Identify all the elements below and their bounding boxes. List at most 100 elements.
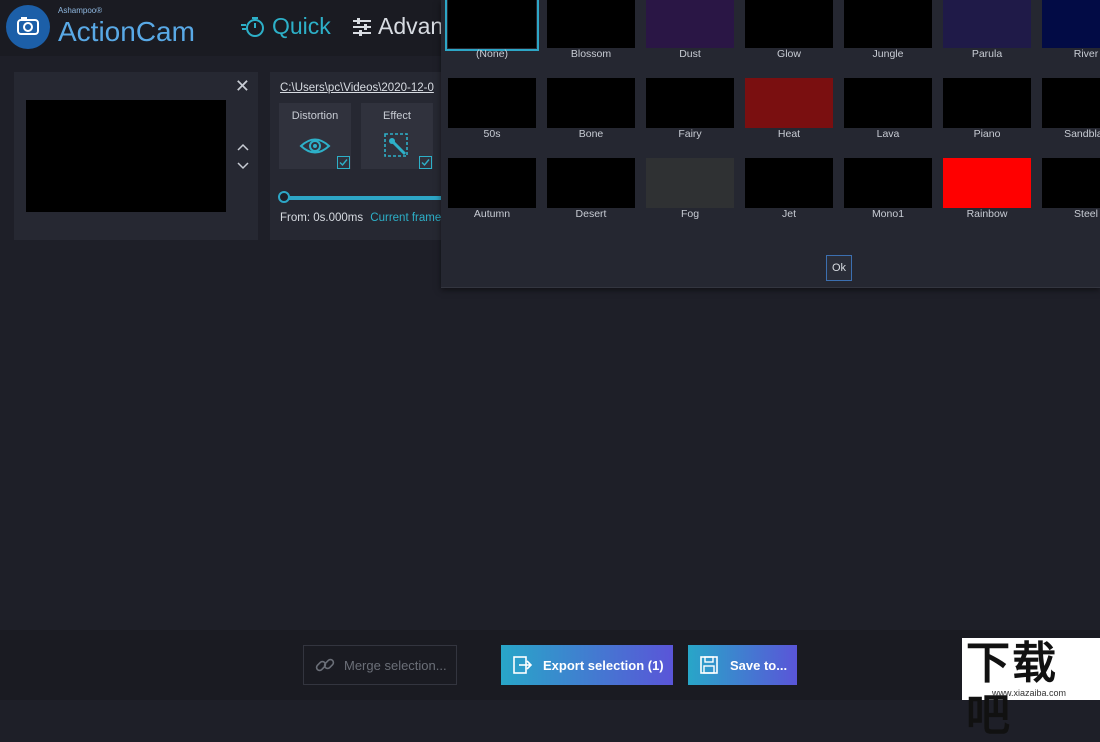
effect-preview — [844, 158, 932, 208]
effect-preview — [448, 158, 536, 208]
merge-selection-button[interactable]: Merge selection... — [303, 645, 457, 685]
effect-name: Piano — [973, 128, 1001, 140]
effect-name: Glow — [777, 48, 801, 60]
effect-swatch[interactable]: Bone — [547, 78, 635, 140]
effects-popup: (None) Blossom Dust Glow Jungle Parula River 50… — [441, 0, 1100, 288]
file-path-link[interactable]: C:\Users\pc\Videos\2020-12-0 — [280, 82, 434, 94]
chevron-down-icon[interactable] — [236, 161, 250, 171]
actioncam-logo-icon — [6, 5, 50, 49]
nav-advanced-label: Advan — [378, 13, 444, 39]
effect-preview — [646, 158, 734, 208]
close-icon[interactable]: ✕ — [235, 76, 250, 97]
clip-thumbnail — [26, 100, 226, 212]
effect-preview — [943, 158, 1031, 208]
effect-preview — [844, 0, 932, 48]
from-readout: From: 0s.000ms Current frame — [280, 212, 441, 224]
distortion-tool[interactable]: Distortion — [279, 103, 351, 169]
effect-name: Dust — [679, 48, 701, 60]
effect-name: Jungle — [872, 48, 904, 60]
effect-swatch[interactable]: 50s — [448, 78, 536, 140]
effect-preview — [646, 78, 734, 128]
effect-swatch[interactable]: River — [1042, 0, 1100, 60]
effect-preview — [448, 78, 536, 128]
effect-label: Effect — [383, 110, 411, 122]
effect-swatch[interactable]: Piano — [943, 78, 1031, 140]
effect-preview — [646, 0, 734, 48]
effect-swatch[interactable]: Steel — [1042, 158, 1100, 220]
effect-preview — [1042, 0, 1100, 48]
effect-name: Fairy — [678, 128, 702, 140]
effect-name: Steel — [1074, 208, 1098, 220]
from-value: 0s.000ms — [313, 212, 364, 224]
nav-quick-label: Quick — [272, 13, 331, 39]
effect-preview — [745, 0, 833, 48]
effect-name: Sandblas — [1064, 128, 1100, 140]
watermark: 下载吧 www.xiazaiba.com — [962, 638, 1100, 741]
save-to-label: Save to... — [730, 657, 788, 673]
link-icon — [315, 658, 335, 672]
edit-panel: C:\Users\pc\Videos\2020-12-0 Distortion … — [270, 72, 450, 240]
effect-name: Parula — [971, 48, 1003, 60]
effect-swatch[interactable]: Jet — [745, 158, 833, 220]
magic-wand-icon — [384, 133, 408, 157]
save-to-button[interactable]: Save to... — [688, 645, 797, 685]
effect-name: Mono1 — [871, 208, 905, 220]
nav-advanced-tab[interactable]: Advan — [352, 13, 443, 40]
app-title: ActionCam — [58, 16, 195, 47]
chevron-up-icon[interactable] — [236, 142, 250, 152]
effect-swatch[interactable]: Sandblas — [1042, 78, 1100, 140]
effect-swatch[interactable]: Autumn — [448, 158, 536, 220]
effect-swatch[interactable]: Desert — [547, 158, 635, 220]
effect-name: Rainbow — [966, 208, 1008, 220]
effect-name: Fog — [680, 208, 700, 220]
effect-swatch[interactable]: Mono1 — [844, 158, 932, 220]
effect-name: Autumn — [473, 208, 511, 220]
effect-preview — [844, 78, 932, 128]
export-selection-button[interactable]: Export selection (1) — [501, 645, 673, 685]
effect-swatch[interactable]: Lava — [844, 78, 932, 140]
effect-checkbox[interactable] — [419, 156, 432, 169]
distortion-checkbox[interactable] — [337, 156, 350, 169]
effect-preview — [547, 0, 635, 48]
effect-preview — [1042, 78, 1100, 128]
effect-swatch[interactable]: Glow — [745, 0, 833, 60]
effect-preview — [745, 78, 833, 128]
nav-quick-tab[interactable]: Quick — [240, 13, 331, 40]
ok-button[interactable]: Ok — [826, 255, 852, 281]
from-label: From: — [280, 212, 311, 224]
merge-selection-label: Merge selection... — [344, 657, 447, 673]
effect-swatch[interactable]: Heat — [745, 78, 833, 140]
effect-swatch[interactable]: Blossom — [547, 0, 635, 60]
sliders-icon — [353, 17, 371, 36]
effect-swatch[interactable]: Jungle — [844, 0, 932, 60]
timeline-slider-track[interactable] — [284, 196, 450, 200]
effect-preview — [547, 78, 635, 128]
watermark-url: www.xiazaiba.com — [992, 688, 1067, 698]
distortion-label: Distortion — [291, 110, 339, 122]
timeline-slider-handle[interactable] — [278, 191, 290, 203]
export-selection-label: Export selection (1) — [543, 657, 664, 673]
export-icon — [513, 656, 533, 674]
effect-preview — [547, 158, 635, 208]
effect-swatch[interactable]: Fairy — [646, 78, 734, 140]
clip-card[interactable]: ✕ — [14, 72, 258, 240]
effect-name: (None) — [475, 48, 509, 60]
bottom-bar: Merge selection... Export selection (1) … — [0, 630, 1100, 700]
effect-preview — [943, 78, 1031, 128]
effect-name: Jet — [781, 208, 796, 220]
effect-swatch[interactable]: (None) — [445, 0, 539, 60]
effect-name: Blossom — [570, 48, 612, 60]
current-frame-link[interactable]: Current frame — [370, 212, 441, 224]
brand-maker: Ashampoo® — [58, 6, 103, 15]
effect-name: Desert — [575, 208, 607, 220]
effect-swatch[interactable]: Rainbow — [943, 158, 1031, 220]
effect-name: River — [1073, 48, 1099, 60]
effect-swatch[interactable]: Dust — [646, 0, 734, 60]
effect-preview — [1042, 158, 1100, 208]
effect-tool[interactable]: Effect — [361, 103, 433, 169]
effect-swatch[interactable]: Parula — [943, 0, 1031, 60]
effect-swatch[interactable]: Fog — [646, 158, 734, 220]
effect-preview — [445, 0, 539, 51]
effect-name: Bone — [578, 128, 604, 140]
stopwatch-icon — [241, 16, 264, 37]
